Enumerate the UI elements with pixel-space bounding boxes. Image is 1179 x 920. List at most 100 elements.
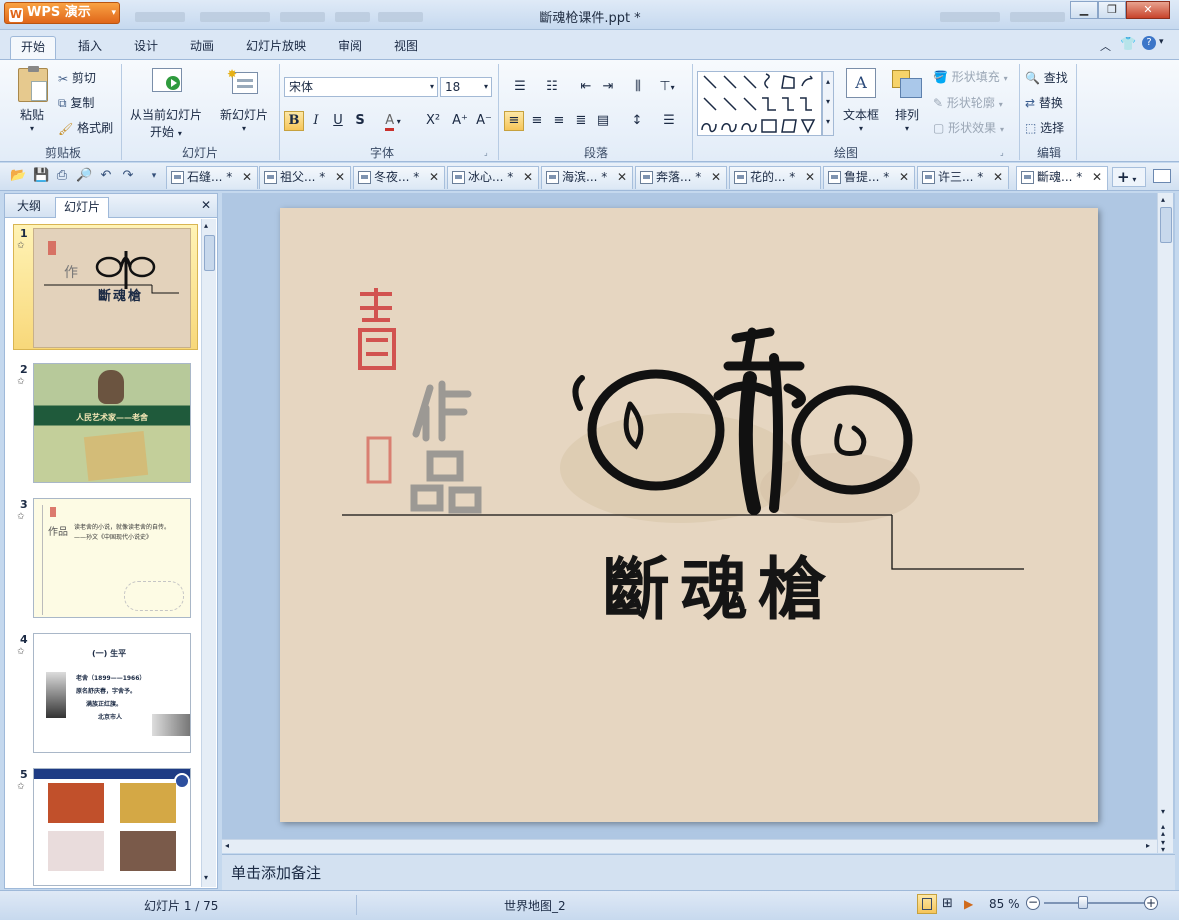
cut-button[interactable]: ✂ 剪切: [58, 69, 96, 86]
font-dialog-launcher-icon[interactable]: ⌟: [484, 148, 488, 157]
slide-title[interactable]: 斷魂槍: [602, 534, 836, 633]
slide-thumbnail-3[interactable]: 作品 读老舍的小说，就像读老舍的自传。——孙文《中国现代小说史》: [33, 498, 191, 618]
minimize-button[interactable]: ▁: [1070, 1, 1098, 19]
italic-button[interactable]: I: [306, 111, 326, 131]
slide-sorter-view-button[interactable]: ⊞: [942, 896, 958, 912]
scroll-up-icon[interactable]: ▴: [204, 221, 208, 230]
tab-close-icon[interactable]: ✕: [805, 167, 815, 187]
textbox-button[interactable]: 文本框: [843, 106, 879, 123]
distributed-button[interactable]: ▤: [593, 111, 613, 131]
shapes-gallery-scroll[interactable]: ▴ ▾ ▾: [822, 71, 834, 136]
select-button[interactable]: ⬚ 选择: [1025, 119, 1064, 136]
print-preview-icon[interactable]: 🔎: [76, 168, 92, 184]
close-button[interactable]: ✕: [1126, 1, 1170, 19]
scroll-thumb[interactable]: [204, 235, 215, 271]
zoom-slider-track[interactable]: [1044, 902, 1144, 904]
collapse-ribbon-icon[interactable]: ︿: [1100, 38, 1111, 54]
help-dropdown-icon[interactable]: ▾: [1159, 37, 1164, 47]
zoom-slider-thumb[interactable]: [1078, 896, 1088, 909]
tab-close-icon[interactable]: ✕: [993, 167, 1003, 187]
align-left-button[interactable]: ≡: [504, 111, 524, 131]
arrange-dropdown-icon[interactable]: ▾: [905, 124, 909, 133]
doc-tab[interactable]: 海滨... * ✕: [541, 166, 633, 189]
scroll-right-icon[interactable]: ▸: [1146, 841, 1150, 850]
tab-design[interactable]: 设计: [124, 36, 168, 60]
tab-animation[interactable]: 动画: [180, 36, 224, 60]
previous-slide-icon[interactable]: ▴ ▴: [1161, 823, 1165, 838]
tab-insert[interactable]: 插入: [68, 36, 112, 60]
paste-button[interactable]: 粘贴: [20, 106, 44, 123]
tab-slides[interactable]: 幻灯片: [55, 197, 110, 218]
slide-thumbnail-4[interactable]: (一) 生平 老舍（1899——1966） 原名舒庆春，字舍予。 满族正红旗。 …: [33, 633, 191, 753]
doc-tab[interactable]: 冰心... * ✕: [447, 166, 539, 189]
tab-close-icon[interactable]: ✕: [242, 167, 252, 187]
font-size-field[interactable]: 18 ▾: [440, 77, 492, 97]
font-name-field[interactable]: 宋体 ▾: [284, 77, 438, 97]
next-slide-icon[interactable]: ▾ ▾: [1161, 839, 1165, 854]
bullets-button[interactable]: ☰: [506, 77, 534, 97]
slideshow-view-button[interactable]: ▶: [964, 896, 980, 912]
increase-font-button[interactable]: A⁺: [450, 111, 470, 131]
shapes-gallery[interactable]: [697, 71, 822, 136]
scroll-down-icon[interactable]: ▾: [204, 873, 208, 882]
decrease-indent-button[interactable]: ⇤: [576, 77, 596, 97]
shape-effects-button[interactable]: ▢ 形状效果 ▾: [933, 119, 1004, 136]
shape-outline-button[interactable]: ✎ 形状轮廓 ▾: [933, 94, 1003, 111]
tab-outline[interactable]: 大纲: [9, 197, 49, 218]
print-icon[interactable]: ⎙: [54, 168, 70, 184]
doc-tab-active[interactable]: 斷魂... * ✕: [1016, 166, 1108, 190]
slide-thumbnail-1[interactable]: 作 斷魂槍: [33, 228, 191, 348]
shape-fill-button[interactable]: 🪣 形状填充 ▾: [933, 68, 1008, 85]
text-direction-button[interactable]: ⫼: [628, 77, 648, 97]
new-tab-button[interactable]: + ▾: [1112, 167, 1146, 187]
editor-horizontal-scrollbar[interactable]: ◂ ▸: [222, 839, 1157, 853]
doc-tab[interactable]: 花的... * ✕: [729, 166, 821, 189]
arrange-button[interactable]: 排列: [895, 106, 919, 123]
normal-view-button[interactable]: [917, 894, 937, 914]
undo-icon[interactable]: ↶: [98, 168, 114, 184]
zoom-out-button[interactable]: −: [1026, 896, 1040, 910]
tab-home[interactable]: 开始: [10, 36, 57, 60]
increase-indent-button[interactable]: ⇥: [598, 77, 618, 97]
numbering-button[interactable]: ☷: [538, 77, 566, 97]
replace-button[interactable]: ⇄ 替换: [1025, 94, 1063, 111]
textbox-dropdown-icon[interactable]: ▾: [859, 124, 863, 133]
tab-review[interactable]: 审阅: [328, 36, 372, 60]
scroll-up-icon[interactable]: ▴: [1161, 195, 1165, 204]
align-center-button[interactable]: ≡: [527, 111, 547, 131]
editor-vertical-scrollbar[interactable]: ▴ ▾ ▴ ▴ ▾ ▾: [1157, 193, 1173, 854]
notes-pane[interactable]: 单击添加备注: [222, 854, 1175, 890]
maximize-button[interactable]: ❐: [1098, 1, 1126, 19]
paragraph-spacing-button[interactable]: ☰: [655, 111, 683, 131]
help-icon[interactable]: ?: [1142, 36, 1156, 50]
window-layout-icon[interactable]: [1153, 169, 1171, 183]
doc-tab[interactable]: 鲁提... * ✕: [823, 166, 915, 189]
open-folder-icon[interactable]: 📂: [10, 168, 26, 184]
format-painter-button[interactable]: 🖌 格式刷: [58, 119, 113, 136]
text-shadow-button[interactable]: S: [350, 111, 370, 131]
doc-tab[interactable]: 冬夜... * ✕: [353, 166, 445, 189]
scroll-thumb[interactable]: [1160, 207, 1172, 243]
customize-toolbar-icon[interactable]: ▾: [146, 168, 162, 184]
doc-tab[interactable]: 祖父... * ✕: [259, 166, 351, 189]
align-text-button[interactable]: ⊤▾: [652, 77, 682, 97]
wps-app-menu-button[interactable]: W WPS 演示 ▾: [4, 2, 120, 24]
copy-button[interactable]: ⧉ 复制: [58, 94, 94, 111]
drawing-dialog-launcher-icon[interactable]: ⌟: [1000, 148, 1004, 157]
justify-button[interactable]: ≣: [571, 111, 591, 131]
redo-icon[interactable]: ↷: [120, 168, 136, 184]
underline-button[interactable]: U: [328, 111, 348, 131]
slide-thumbnail-2[interactable]: 人民艺术家——老舍: [33, 363, 191, 483]
zoom-in-button[interactable]: +: [1144, 896, 1158, 910]
tab-view[interactable]: 视图: [384, 36, 428, 60]
tab-close-icon[interactable]: ✕: [429, 167, 439, 187]
slideshow-start-label[interactable]: 开始 ▾: [150, 123, 182, 140]
font-color-button[interactable]: A ▾: [378, 111, 408, 131]
tab-close-icon[interactable]: ✕: [899, 167, 909, 187]
decrease-font-button[interactable]: A⁻: [474, 111, 494, 131]
slides-pane-scrollbar[interactable]: ▴ ▾: [201, 219, 216, 887]
pane-close-icon[interactable]: ✕: [201, 198, 211, 212]
find-button[interactable]: 🔍 查找: [1025, 69, 1068, 86]
new-slide-dropdown-icon[interactable]: ▾: [242, 124, 246, 133]
tab-close-icon[interactable]: ✕: [1092, 167, 1102, 187]
